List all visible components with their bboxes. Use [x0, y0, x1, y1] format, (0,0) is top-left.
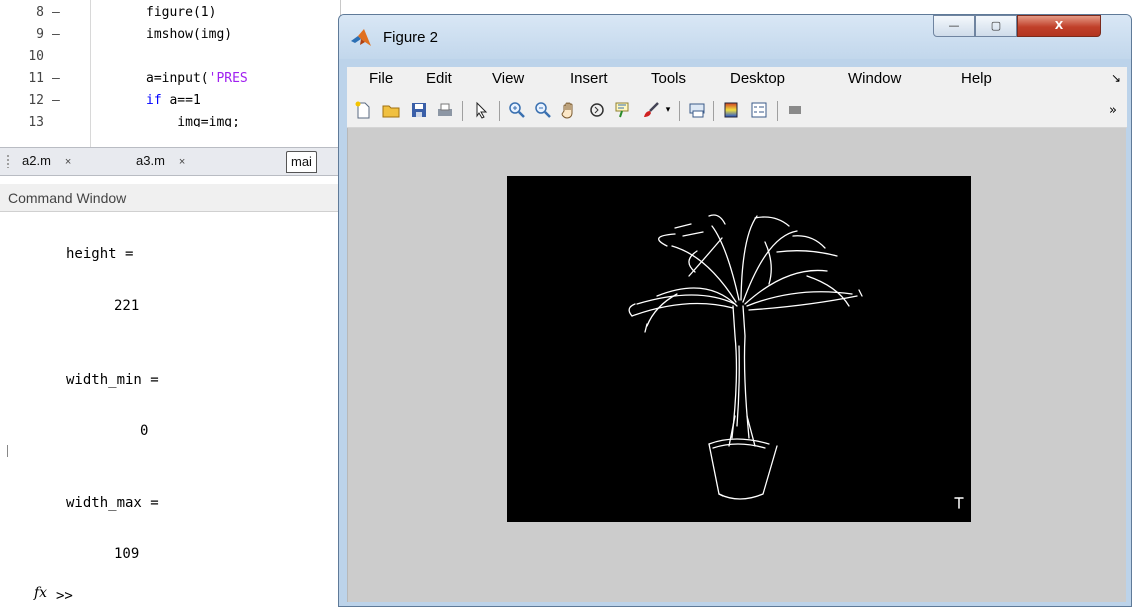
edge-detected-plant-image: [628, 214, 964, 509]
matlab-logo-icon: [351, 29, 371, 46]
scroll-marker: [7, 445, 8, 457]
zoom-in-icon[interactable]: [507, 100, 527, 120]
figure-menubar: File Edit View Insert Tools Desktop Wind…: [347, 67, 1127, 93]
breakpoint-marker[interactable]: –: [52, 25, 60, 45]
tab-label: mai: [291, 154, 312, 169]
output-value: 109: [114, 546, 140, 562]
menu-edit[interactable]: Edit: [426, 70, 452, 87]
output-variable: width_max =: [66, 495, 159, 511]
figure-toolbar: ▾ »: [347, 93, 1127, 128]
editor-tab-bar: a2.m × a3.m × mai: [0, 147, 340, 176]
code-keyword: if: [146, 93, 162, 108]
tab-a2[interactable]: a2.m ×: [22, 151, 71, 171]
code-text: if a==1: [146, 91, 201, 111]
code-line[interactable]: 12 – if a==1: [0, 91, 340, 111]
figure-titlebar[interactable]: Figure 2 — ▢ X: [339, 15, 1131, 59]
output-variable: width_min =: [66, 372, 159, 388]
tab-close-icon[interactable]: ×: [179, 156, 185, 168]
toolbar-separator: [462, 101, 463, 121]
code-text: a=input('PRES: [146, 69, 248, 89]
new-figure-icon[interactable]: [353, 100, 373, 120]
line-number: 9: [36, 27, 44, 42]
command-window[interactable]: [0, 212, 340, 607]
colorbar-icon[interactable]: [721, 100, 741, 120]
code-text: img=img;: [146, 115, 240, 127]
brush-icon[interactable]: [641, 100, 661, 120]
code-text: figure(1): [146, 5, 217, 20]
print-icon[interactable]: [435, 100, 455, 120]
open-file-icon[interactable]: [381, 100, 401, 120]
dropdown-icon[interactable]: ▾: [663, 100, 673, 120]
figure-window[interactable]: Figure 2 — ▢ X File Edit View Insert Too…: [338, 14, 1132, 607]
pan-hand-icon[interactable]: [559, 100, 579, 120]
toolbar-separator: [499, 101, 500, 121]
code-condition: a==1: [161, 93, 201, 108]
output-value: 0: [140, 423, 149, 439]
close-button[interactable]: X: [1017, 15, 1101, 37]
code-text: imshow(img): [146, 27, 233, 42]
code-line[interactable]: 8 – figure(1): [0, 3, 340, 23]
rotate-3d-icon[interactable]: [587, 100, 607, 120]
menu-window[interactable]: Window: [848, 70, 901, 87]
tab-a3[interactable]: a3.m ×: [136, 151, 185, 171]
line-number: 8: [36, 5, 44, 20]
line-number: 11: [28, 71, 44, 86]
code-line[interactable]: 10: [0, 47, 340, 67]
link-plot-icon[interactable]: [687, 100, 707, 120]
save-icon[interactable]: [409, 100, 429, 120]
minimize-button[interactable]: —: [933, 15, 975, 37]
code-line[interactable]: 13 img=img;: [0, 113, 340, 127]
editor-pane[interactable]: 8 – figure(1) 9 – imshow(img) 10 11 – a=…: [0, 0, 341, 147]
toolbar-separator: [713, 101, 714, 121]
code-line[interactable]: 11 – a=input('PRES: [0, 69, 340, 89]
figure-title: Figure 2: [383, 29, 439, 46]
figure-canvas[interactable]: [347, 128, 1126, 602]
menu-view[interactable]: View: [492, 70, 524, 87]
line-number: 10: [28, 49, 44, 64]
menu-help[interactable]: Help: [961, 70, 992, 87]
menu-file[interactable]: File: [369, 70, 393, 87]
output-variable: height =: [66, 246, 134, 262]
hide-plot-tools-icon[interactable]: [785, 100, 805, 120]
menu-overflow-icon[interactable]: ↘: [1111, 71, 1121, 85]
image-axes[interactable]: [507, 176, 971, 522]
breakpoint-marker[interactable]: –: [52, 3, 60, 23]
output-value: 221: [114, 298, 140, 314]
code-string: 'PRES: [208, 71, 248, 86]
tab-label: a2.m: [22, 153, 51, 168]
line-number: 13: [28, 115, 44, 127]
tab-label: a3.m: [136, 153, 165, 168]
zoom-out-icon[interactable]: [533, 100, 553, 120]
toolbar-overflow-icon[interactable]: »: [1103, 100, 1123, 120]
tab-close-icon[interactable]: ×: [65, 156, 71, 168]
maximize-button[interactable]: ▢: [975, 15, 1017, 37]
menu-insert[interactable]: Insert: [570, 70, 608, 87]
toolbar-separator: [777, 101, 778, 121]
command-prompt[interactable]: >>: [56, 588, 73, 604]
line-number: 12: [28, 93, 44, 108]
data-cursor-icon[interactable]: [613, 100, 633, 120]
tab-grip-icon[interactable]: [6, 154, 10, 168]
code-line[interactable]: 9 – imshow(img): [0, 25, 340, 45]
pointer-icon[interactable]: [471, 100, 491, 120]
toolbar-separator: [679, 101, 680, 121]
breakpoint-marker[interactable]: –: [52, 91, 60, 111]
function-browser-icon[interactable]: fx: [34, 585, 47, 601]
menu-desktop[interactable]: Desktop: [730, 70, 785, 87]
breakpoint-marker[interactable]: –: [52, 69, 60, 89]
legend-icon[interactable]: [749, 100, 769, 120]
menu-tools[interactable]: Tools: [651, 70, 686, 87]
tab-main[interactable]: mai: [286, 151, 317, 173]
command-window-title: Command Window: [0, 184, 340, 212]
code-call: a=input(: [146, 71, 209, 86]
